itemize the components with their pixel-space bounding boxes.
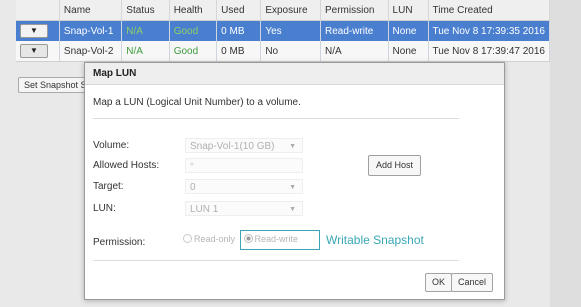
table-header-row: Name Status Health Used Exposure Permiss… (16, 0, 550, 21)
cell-lun: None (388, 41, 429, 62)
volume-label: Volume: (93, 140, 130, 151)
col-time-created[interactable]: Time Created (428, 0, 550, 21)
caret-down-icon: ▼ (289, 206, 296, 213)
lun-label: LUN: (93, 203, 116, 214)
divider (93, 260, 459, 261)
ok-button[interactable]: OK (425, 273, 453, 292)
cell-status: N/A (121, 20, 170, 41)
chevron-down-icon[interactable]: ▼ (20, 24, 48, 38)
highlight-box (240, 230, 320, 250)
cancel-button[interactable]: Cancel (451, 273, 494, 292)
cell-name: Snap-Vol-1 (59, 20, 123, 41)
cell-health: Good (169, 41, 218, 62)
cell-name: Snap-Vol-2 (59, 41, 123, 62)
cell-used: 0 MB (216, 20, 262, 41)
allowed-hosts-input[interactable]: * (185, 158, 303, 173)
col-expander (16, 0, 60, 21)
chevron-down-icon[interactable]: ▼ (20, 44, 48, 58)
lun-select[interactable]: LUN 1 ▼ (185, 201, 303, 216)
volume-select[interactable]: Snap-Vol-1(10 GB) ▼ (185, 138, 303, 153)
cell-permission: N/A (320, 41, 389, 62)
allowed-hosts-label: Allowed Hosts: (93, 160, 160, 171)
radio-read-only[interactable]: Read-only (183, 234, 235, 244)
cell-status: N/A (121, 41, 170, 62)
radio-icon (183, 234, 192, 243)
target-select[interactable]: 0 ▼ (185, 179, 303, 194)
permission-label: Permission: (93, 237, 146, 248)
caret-down-icon: ▼ (289, 143, 296, 150)
dialog-description: Map a LUN (Logical Unit Number) to a vol… (93, 97, 301, 108)
map-lun-dialog: Map LUN Map a LUN (Logical Unit Number) … (84, 62, 505, 300)
expander-cell[interactable]: ▼ (16, 20, 60, 41)
target-label: Target: (93, 181, 124, 192)
cell-health: Good (169, 20, 218, 41)
add-host-button[interactable]: Add Host (368, 155, 422, 176)
lun-value: LUN 1 (190, 204, 219, 215)
writable-snapshot-annotation: Writable Snapshot (326, 233, 424, 247)
right-pane (550, 0, 581, 307)
col-permission[interactable]: Permission (320, 0, 389, 21)
col-lun[interactable]: LUN (388, 0, 429, 21)
expander-cell[interactable]: ▼ (16, 41, 60, 62)
cell-exposure: Yes (260, 20, 321, 41)
col-used[interactable]: Used (216, 0, 262, 21)
allowed-hosts-value: * (190, 161, 194, 172)
volume-value: Snap-Vol-1(10 GB) (190, 141, 275, 152)
col-status[interactable]: Status (121, 0, 170, 21)
divider (93, 118, 459, 119)
cell-exposure: No (260, 41, 321, 62)
col-health[interactable]: Health (169, 0, 218, 21)
cell-used: 0 MB (216, 41, 262, 62)
snapshot-volume-table: Name Status Health Used Exposure Permiss… (16, 0, 550, 62)
cell-permission: Read-write (320, 20, 389, 41)
set-snapshot-space-button[interactable]: Set Snapshot Sp (18, 77, 94, 93)
table-row[interactable]: ▼ Snap-Vol-1 N/A Good 0 MB Yes Read-writ… (16, 20, 550, 41)
table-row[interactable]: ▼ Snap-Vol-2 N/A Good 0 MB No N/A None T… (16, 41, 550, 62)
col-name[interactable]: Name (59, 0, 123, 21)
cell-time-created: Tue Nov 8 17:39:47 2016 (428, 41, 550, 62)
caret-down-icon: ▼ (289, 184, 296, 191)
dialog-title: Map LUN (85, 63, 504, 85)
read-only-label: Read-only (194, 234, 236, 244)
col-exposure[interactable]: Exposure (260, 0, 321, 21)
target-value: 0 (190, 182, 196, 193)
cell-time-created: Tue Nov 8 17:39:35 2016 (428, 20, 550, 41)
cell-lun: None (388, 20, 429, 41)
